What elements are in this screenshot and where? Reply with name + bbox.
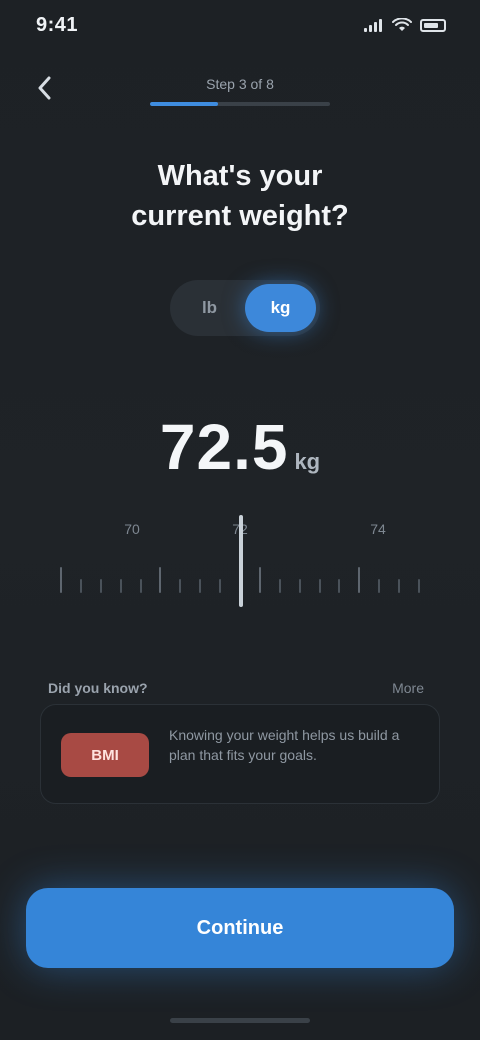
continue-button[interactable]: Continue [26, 888, 454, 968]
chevron-left-icon [38, 76, 51, 100]
ruler-tick [139, 579, 142, 593]
wifi-icon [392, 18, 412, 31]
weight-ruler-slider[interactable]: 70 72 74 [60, 505, 420, 615]
weight-screen: 9:41 Step 3 of 8 What's your current wei… [0, 0, 480, 1040]
tip-text: Knowing your weight helps us build a pla… [169, 727, 400, 763]
home-indicator [170, 1018, 310, 1023]
ruler-tick [298, 579, 301, 593]
ruler-tick [258, 567, 261, 593]
tip-more-link[interactable]: More [392, 680, 424, 696]
question-line-1: What's your [157, 160, 323, 192]
ruler-tick [358, 567, 361, 593]
status-bar: 9:41 [0, 0, 480, 64]
progress-track [150, 102, 330, 106]
back-button[interactable] [22, 66, 66, 110]
ruler-tick [338, 579, 341, 593]
ruler-tick [119, 579, 122, 593]
ruler-label: 74 [370, 521, 386, 537]
ruler-label: 70 [124, 521, 140, 537]
ruler-tick [99, 579, 102, 593]
unit-option-lb[interactable]: lb [174, 284, 245, 332]
question-line-2: current weight? [131, 200, 349, 232]
signal-icon [364, 18, 384, 32]
ruler-tick [179, 579, 182, 593]
weight-value: 72.5 [159, 411, 289, 483]
progress-fill [150, 102, 219, 106]
unit-toggle: lb kg [170, 280, 320, 336]
status-time: 9:41 [36, 14, 79, 36]
onboarding-progress: Step 3 of 8 [150, 76, 330, 106]
ruler-tick [378, 579, 381, 593]
weight-unit: kg [294, 449, 321, 474]
ruler-tick [278, 579, 281, 593]
ruler-tick [398, 579, 401, 593]
ruler-tick [159, 567, 162, 593]
weight-display: 72.5 kg [0, 410, 480, 484]
ruler-tick [318, 579, 321, 593]
ruler-tick [418, 579, 420, 593]
ruler-tick [60, 567, 62, 593]
ruler-indicator [239, 515, 243, 607]
unit-option-kg[interactable]: kg [245, 284, 316, 332]
question-title: What's your current weight? [60, 156, 420, 236]
ruler-tick [199, 579, 202, 593]
tip-badge: BMI [61, 733, 149, 777]
ruler-tick [219, 579, 222, 593]
step-label: Step 3 of 8 [206, 76, 274, 92]
ruler-tick [79, 579, 82, 593]
status-icons [364, 18, 446, 32]
tip-card: BMI Knowing your weight helps us build a… [40, 704, 440, 804]
tip-section-title: Did you know? [48, 680, 148, 696]
battery-icon [420, 18, 446, 32]
